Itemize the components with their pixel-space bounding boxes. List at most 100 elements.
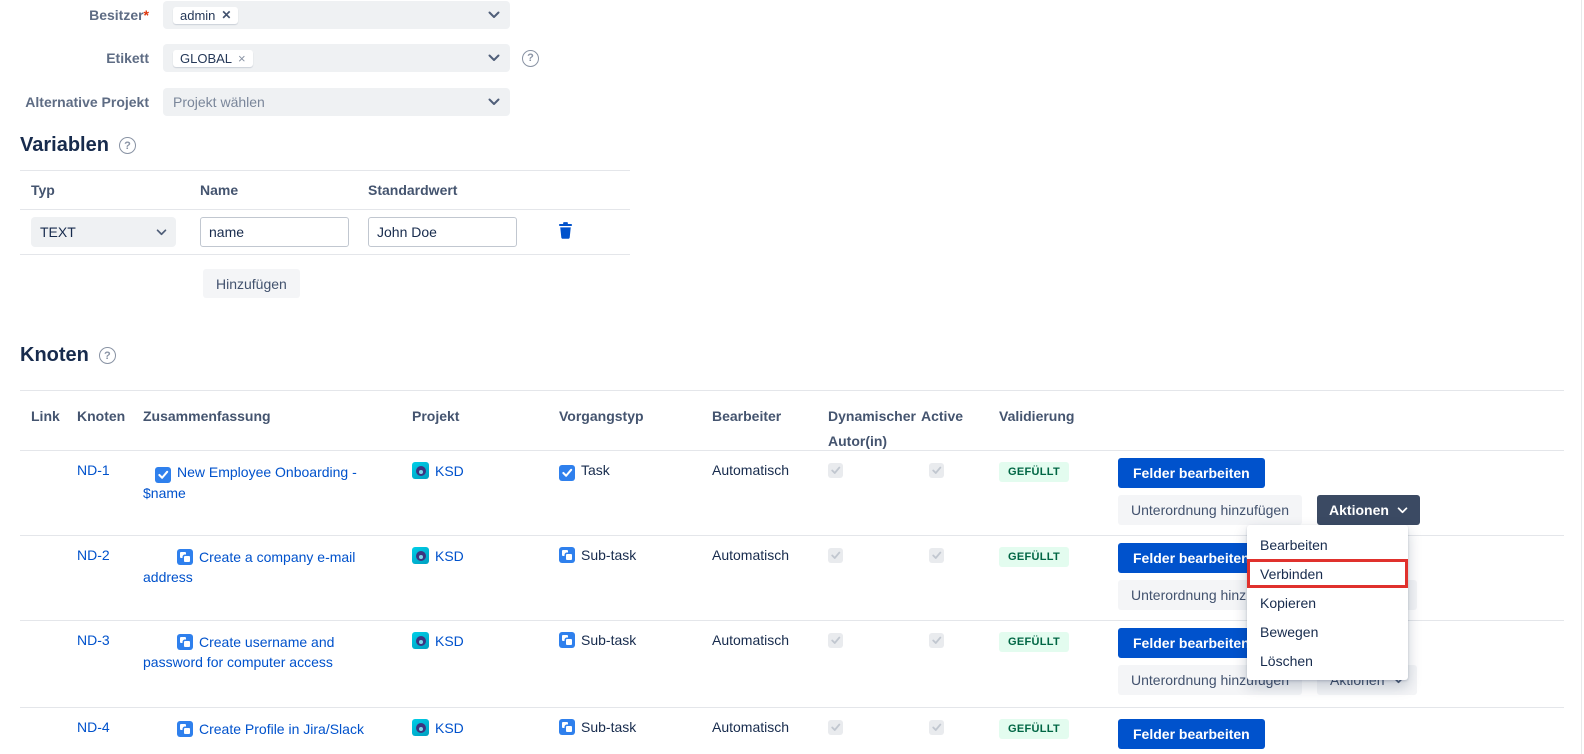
- issuetype-label: Sub-task: [581, 719, 636, 735]
- node-summary-link[interactable]: New Employee Onboarding - $name: [143, 464, 357, 501]
- project-avatar-icon: [412, 462, 429, 479]
- variables-table-header: Typ Name Standardwert: [20, 171, 630, 210]
- required-asterisk: *: [144, 7, 149, 23]
- column-header-zusammenfassung: Zusammenfassung: [143, 404, 412, 450]
- column-header-dynamischer-autor: Dynamischer Autor(in): [828, 404, 921, 450]
- remove-tag-icon[interactable]: ×: [238, 51, 246, 66]
- project-link[interactable]: KSD: [435, 720, 464, 736]
- workflow-settings-form: Besitzer* admin ✕ Etikett GLOBAL ×: [0, 0, 1584, 116]
- help-icon[interactable]: [522, 50, 539, 67]
- actions-dropdown-menu: Bearbeiten Verbinden Kopieren Bewegen Lö…: [1247, 525, 1408, 680]
- variable-type-select[interactable]: TEXT: [31, 217, 176, 247]
- chevron-down-icon: [488, 54, 500, 62]
- menu-item-kopieren[interactable]: Kopieren: [1247, 588, 1408, 617]
- active-checkbox: [929, 548, 944, 563]
- node-summary: Create username and password for compute…: [143, 632, 378, 672]
- task-type-icon: [559, 465, 575, 481]
- alternative-project-placeholder: Projekt wählen: [173, 94, 265, 110]
- node-row: ND-1 New Employee Onboarding - $name KSD…: [20, 451, 1564, 536]
- variables-title-row: Variablen: [20, 134, 630, 157]
- node-link-cell: [20, 547, 77, 620]
- chevron-down-icon: [488, 11, 500, 19]
- row-actions: Felder bearbeiten Unterordnung hinzufüge…: [1106, 458, 1564, 525]
- alternative-project-select[interactable]: Projekt wählen: [163, 88, 510, 116]
- help-icon[interactable]: [119, 137, 136, 154]
- column-header-active: Active: [921, 404, 999, 450]
- node-id-link[interactable]: ND-4: [77, 719, 110, 735]
- menu-item-loeschen[interactable]: Löschen: [1247, 646, 1408, 675]
- nodes-title-row: Knoten: [20, 344, 1584, 367]
- node-id-link[interactable]: ND-3: [77, 632, 110, 648]
- menu-item-bewegen[interactable]: Bewegen: [1247, 617, 1408, 646]
- alternative-project-form-row: Alternative Projekt Projekt wählen: [0, 88, 1584, 116]
- variable-type-value: TEXT: [40, 224, 76, 240]
- column-header-bearbeiter: Bearbeiter: [712, 404, 828, 450]
- node-summary: Create Profile in Jira/Slack: [143, 719, 378, 739]
- task-type-icon: [155, 467, 171, 483]
- node-summary-link[interactable]: Create a company e-mail address: [143, 549, 355, 585]
- column-header-link: Link: [20, 404, 77, 450]
- assignee-label: Automatisch: [712, 632, 789, 648]
- node-row: ND-4 Create Profile in Jira/Slack KSD Su…: [20, 708, 1564, 754]
- remove-tag-icon[interactable]: ✕: [221, 8, 231, 22]
- variable-name-input[interactable]: [200, 217, 349, 247]
- etikett-tag: GLOBAL ×: [173, 50, 253, 67]
- node-summary: New Employee Onboarding - $name: [143, 462, 378, 503]
- project-link[interactable]: KSD: [435, 633, 464, 649]
- edit-fields-button[interactable]: Felder bearbeiten: [1118, 628, 1265, 658]
- node-id-link[interactable]: ND-2: [77, 547, 110, 563]
- help-icon[interactable]: [99, 347, 116, 364]
- edit-fields-button[interactable]: Felder bearbeiten: [1118, 458, 1265, 488]
- owner-tag: admin ✕: [173, 7, 238, 24]
- subtask-type-icon: [177, 721, 193, 737]
- column-header-validierung: Validierung: [999, 404, 1106, 450]
- menu-item-bearbeiten[interactable]: Bearbeiten: [1247, 530, 1408, 559]
- assignee-label: Automatisch: [712, 719, 789, 735]
- owner-label-text: Besitzer: [89, 7, 143, 23]
- edit-fields-button[interactable]: Felder bearbeiten: [1118, 543, 1265, 573]
- add-child-button[interactable]: Unterordnung hinzufügen: [1118, 495, 1302, 525]
- add-variable-button[interactable]: Hinzufügen: [203, 269, 300, 298]
- dynamic-author-checkbox: [828, 720, 843, 735]
- nodes-title: Knoten: [20, 344, 89, 367]
- project-avatar-icon: [412, 632, 429, 649]
- validation-status-badge: GEFÜLLT: [999, 462, 1069, 482]
- node-summary-link[interactable]: Create username and password for compute…: [143, 634, 334, 670]
- delete-variable-button[interactable]: [558, 222, 573, 242]
- menu-item-verbinden[interactable]: Verbinden: [1247, 559, 1408, 588]
- alternative-project-label: Alternative Projekt: [0, 94, 149, 110]
- validation-status-badge: GEFÜLLT: [999, 547, 1069, 567]
- node-summary: Create a company e-mail address: [143, 547, 378, 587]
- workflow-editor-page: Besitzer* admin ✕ Etikett GLOBAL ×: [0, 0, 1584, 754]
- variable-default-cell: [368, 217, 536, 247]
- owner-select[interactable]: admin ✕: [163, 1, 510, 29]
- scrollbar-track-edge: [1581, 0, 1582, 754]
- etikett-select[interactable]: GLOBAL ×: [163, 44, 510, 72]
- variable-type-cell: TEXT: [20, 217, 200, 247]
- edit-fields-button[interactable]: Felder bearbeiten: [1118, 719, 1265, 749]
- project-link[interactable]: KSD: [435, 463, 464, 479]
- project-link[interactable]: KSD: [435, 548, 464, 564]
- row-actions: Felder bearbeiten Unterordnung hinzufüge…: [1106, 715, 1564, 754]
- chevron-down-icon: [488, 98, 500, 106]
- subtask-type-icon: [177, 549, 193, 565]
- owner-tag-label: admin: [180, 8, 215, 23]
- actions-dropdown-button[interactable]: Aktionen: [1317, 495, 1420, 525]
- chevron-down-icon: [1397, 507, 1408, 514]
- assignee-label: Automatisch: [712, 547, 789, 563]
- validation-status-badge: GEFÜLLT: [999, 719, 1069, 739]
- issuetype-label: Sub-task: [581, 547, 636, 563]
- node-id-link[interactable]: ND-1: [77, 462, 110, 478]
- trash-icon: [558, 222, 573, 242]
- variables-title: Variablen: [20, 134, 109, 157]
- validation-status-badge: GEFÜLLT: [999, 632, 1069, 652]
- active-checkbox: [929, 720, 944, 735]
- project-avatar-icon: [412, 547, 429, 564]
- column-header-vorgangstyp: Vorgangstyp: [559, 404, 712, 450]
- node-link-cell: [20, 632, 77, 707]
- variable-default-input[interactable]: [368, 217, 517, 247]
- column-header-name: Name: [200, 182, 368, 198]
- dynamic-author-checkbox: [828, 548, 843, 563]
- variables-section: Variablen Typ Name Standardwert TEXT: [20, 134, 630, 298]
- node-summary-link[interactable]: Create Profile in Jira/Slack: [199, 721, 364, 737]
